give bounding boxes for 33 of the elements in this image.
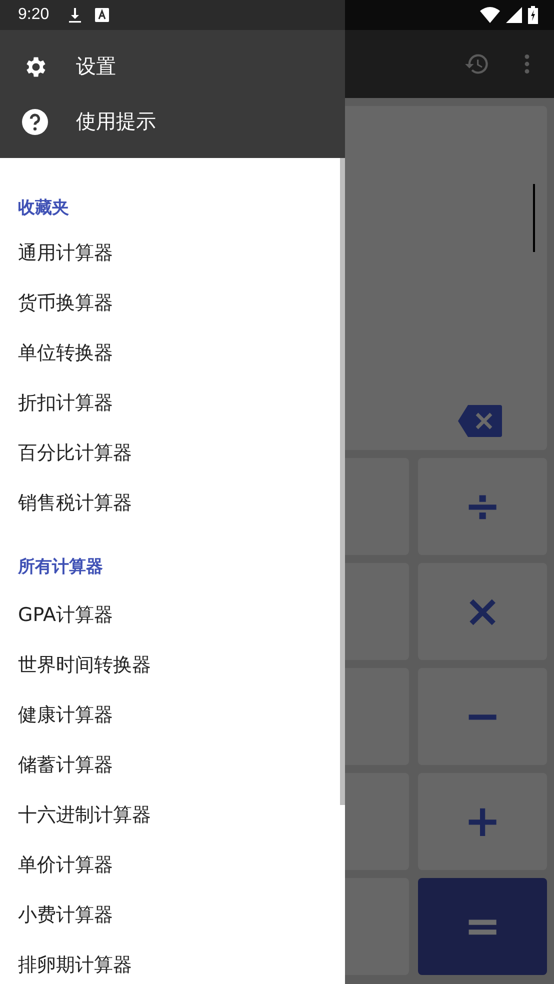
signal-icon <box>506 7 522 23</box>
drawer-header-item[interactable]: 使用提示 <box>0 94 345 149</box>
text-cursor <box>533 184 535 252</box>
text-box-icon <box>95 8 110 22</box>
section-title: 所有计算器 <box>16 556 104 579</box>
drawer-item[interactable]: 排卵期计算器 <box>0 940 138 984</box>
section-title: 收藏夹 <box>17 197 70 220</box>
drawer-item[interactable]: 世界时间转换器 <box>0 640 157 690</box>
wifi-icon <box>480 7 500 23</box>
drawer-item[interactable]: 销售税计算器 <box>0 478 138 528</box>
calculator-key[interactable] <box>345 878 409 975</box>
drawer-item[interactable]: 通用计算器 <box>0 228 119 278</box>
drawer-item[interactable]: 百分比计算器 <box>0 428 138 478</box>
more-icon[interactable] <box>524 53 530 75</box>
calculator-key[interactable] <box>345 773 409 870</box>
drawer-item[interactable]: 十六进制计算器 <box>0 790 157 840</box>
drawer-item[interactable]: GPA计算器 <box>0 590 119 640</box>
calculator-key[interactable] <box>345 563 409 660</box>
status-time: 9:20 <box>18 6 50 24</box>
calculator-key[interactable] <box>345 458 409 555</box>
calculator-key[interactable] <box>345 668 409 765</box>
help-icon <box>22 108 48 134</box>
drawer-item[interactable]: 健康计算器 <box>0 690 119 740</box>
drawer-item[interactable]: 单价计算器 <box>0 840 119 890</box>
battery-icon <box>528 6 538 24</box>
drawer-item[interactable]: 货币换算器 <box>0 278 119 328</box>
drawer-header-item[interactable]: 设置 <box>0 39 345 94</box>
drawer-item[interactable]: 折扣计算器 <box>0 378 119 428</box>
drawer-item[interactable]: 储蓄计算器 <box>0 740 119 790</box>
drawer-item[interactable]: 小费计算器 <box>0 890 119 940</box>
download-icon <box>67 6 84 24</box>
drawer-item[interactable]: 单位转换器 <box>0 328 119 378</box>
backspace-icon[interactable] <box>458 404 502 438</box>
